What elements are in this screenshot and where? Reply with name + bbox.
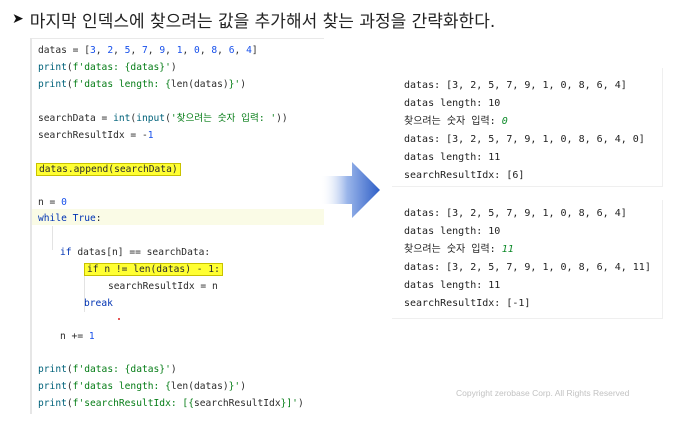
code-line-3: print(f'datas length: {len(datas)}') <box>38 79 246 90</box>
code-line-11: searchResultIdx = n <box>108 281 218 292</box>
code-line-2: print(f'datas: {datas}') <box>38 62 177 73</box>
right-arrow-icon <box>320 162 380 218</box>
breakpoint-marker <box>118 318 120 320</box>
console-output: datas: [3, 2, 5, 7, 9, 1, 0, 8, 6, 4] da… <box>392 68 684 319</box>
code-line-16: print(f'searchResultIdx: [{searchResultI… <box>38 398 304 409</box>
output-line: searchResultIdx: [6] <box>404 170 525 181</box>
output-input-prompt: 찾으려는 숫자 입력: 11 <box>404 244 514 255</box>
output-input-prompt: 찾으려는 숫자 입력: 0 <box>404 116 508 127</box>
console-run-2: datas: [3, 2, 5, 7, 9, 1, 0, 8, 6, 4] da… <box>392 200 663 319</box>
output-line: searchResultIdx: [-1] <box>404 298 531 309</box>
code-line-4: searchData = int(input('찾으려는 숫자 입력: ')) <box>38 113 288 124</box>
code-line-condition: if n != len(datas) - 1: <box>84 262 223 277</box>
code-line-13: n += 1 <box>60 331 95 342</box>
output-line: datas length: 10 <box>404 98 501 109</box>
output-line: datas length: 11 <box>404 152 501 163</box>
code-line-1: datas = [3, 2, 5, 7, 9, 1, 0, 8, 6, 4] <box>38 45 258 56</box>
output-line: datas: [3, 2, 5, 7, 9, 1, 0, 8, 6, 4] <box>404 208 627 219</box>
arrow-bullet-icon: ➤ <box>12 11 24 27</box>
output-line: datas length: 10 <box>404 226 501 237</box>
copyright-notice: Copyright zerobase Corp. All Rights Rese… <box>456 388 630 398</box>
console-run-1: datas: [3, 2, 5, 7, 9, 1, 0, 8, 6, 4] da… <box>392 68 663 187</box>
output-line: datas length: 11 <box>404 280 501 291</box>
output-line: datas: [3, 2, 5, 7, 9, 1, 0, 8, 6, 4] <box>404 80 627 91</box>
code-line-5: searchResultIdx = -1 <box>38 130 154 141</box>
append-highlight: datas.append(searchData) <box>36 163 181 176</box>
indent-guide <box>52 226 53 250</box>
code-line-15: print(f'datas length: {len(datas)}') <box>38 381 246 392</box>
user-input-value: 11 <box>501 244 514 255</box>
user-input-value: 0 <box>501 116 508 127</box>
code-line-12: break <box>84 298 113 309</box>
code-line-9: if datas[n] == searchData: <box>60 247 211 258</box>
slide-title-text: 마지막 인덱스에 찾으려는 값을 추가해서 찾는 과정을 간략화한다. <box>29 11 496 32</box>
output-line: datas: [3, 2, 5, 7, 9, 1, 0, 8, 6, 4, 0] <box>404 134 645 145</box>
output-line: datas: [3, 2, 5, 7, 9, 1, 0, 8, 6, 4, 11… <box>404 262 651 273</box>
code-line-7: n = 0 <box>38 197 67 208</box>
condition-highlight: if n != len(datas) - 1: <box>84 263 223 276</box>
code-line-8: while True: <box>38 213 102 224</box>
code-line-14: print(f'datas: {datas}') <box>38 364 177 375</box>
slide-title: ➤ 마지막 인덱스에 찾으려는 값을 추가해서 찾는 과정을 간략화한다. <box>12 6 495 32</box>
editor-divider <box>32 38 324 39</box>
code-line-append: datas.append(searchData) <box>36 162 181 177</box>
code-editor: datas = [3, 2, 5, 7, 9, 1, 0, 8, 6, 4] p… <box>30 38 324 414</box>
